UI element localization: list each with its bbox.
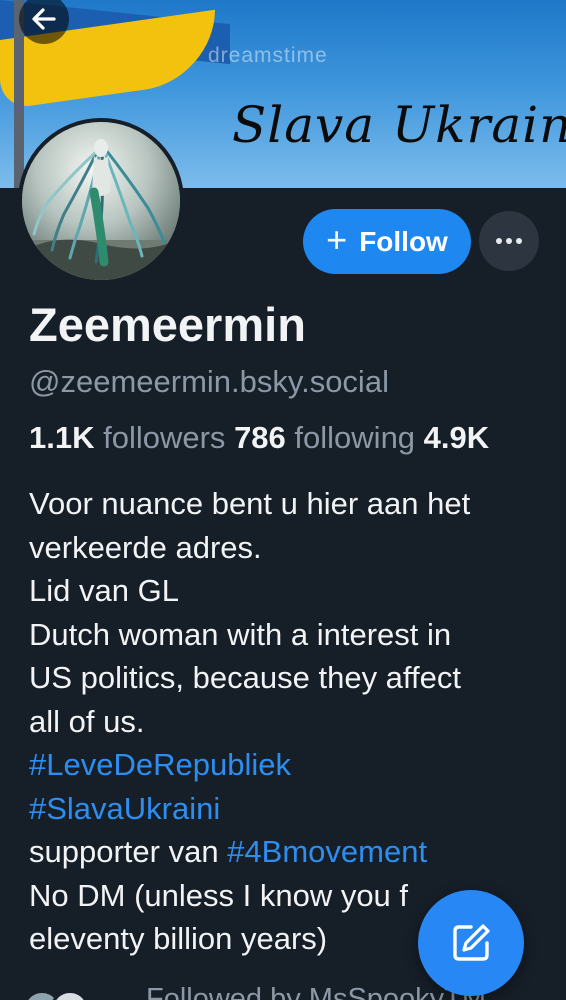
compose-icon [453,924,490,961]
hashtag-link[interactable]: #LeveDeRepubliek [29,743,549,787]
following-stat[interactable]: 786 following [234,420,415,455]
bio-line: Lid van GL [29,573,179,608]
avatar-image [22,122,180,280]
banner-script-text: Slava Ukrain [232,96,566,154]
profile-stats: 1.1K followers 786 following 4.9K [29,420,489,456]
followed-by-text[interactable]: Followed by MsSpookyTM [146,983,486,1000]
more-options-button[interactable] [479,211,539,271]
followers-stat[interactable]: 1.1K followers [29,420,225,455]
bio-line: Dutch woman with a interest in [29,616,452,652]
followed-by-avatars[interactable] [22,990,132,1000]
bio-line: verkeerde adres. [29,529,262,565]
display-name: Zeemeermin [29,298,306,351]
bio-line: US politics, because they affect [29,660,461,695]
ellipsis-icon [496,238,522,244]
followers-count: 1.1K [29,420,95,455]
plus-icon: + [326,218,348,260]
bio-text: supporter van [29,834,228,869]
follow-button[interactable]: + Follow [303,209,471,274]
following-label: following [294,420,416,455]
banner-watermark: dreamstime [208,44,328,67]
followers-label: followers [103,420,226,455]
profile-handle: @zeemeermin.bsky.social [29,364,389,399]
avatar [50,990,90,1000]
bio-line: all of us. [29,703,145,739]
profile-bio: Voor nuance bent u hier aan het verkeerd… [29,482,549,961]
posts-count: 4.9K [423,420,490,455]
hashtag-link[interactable]: #SlavaUkraini [29,787,549,831]
hashtag-link[interactable]: #4Bmovement [227,834,427,869]
profile-avatar[interactable] [18,118,184,284]
bio-line: supporter van #4Bmovement [29,830,549,874]
follow-label: Follow [359,225,448,257]
bio-line: Voor nuance bent u hier aan het [29,486,471,521]
following-count: 786 [234,420,286,455]
arrow-left-icon [32,8,56,30]
compose-button[interactable] [418,890,524,996]
